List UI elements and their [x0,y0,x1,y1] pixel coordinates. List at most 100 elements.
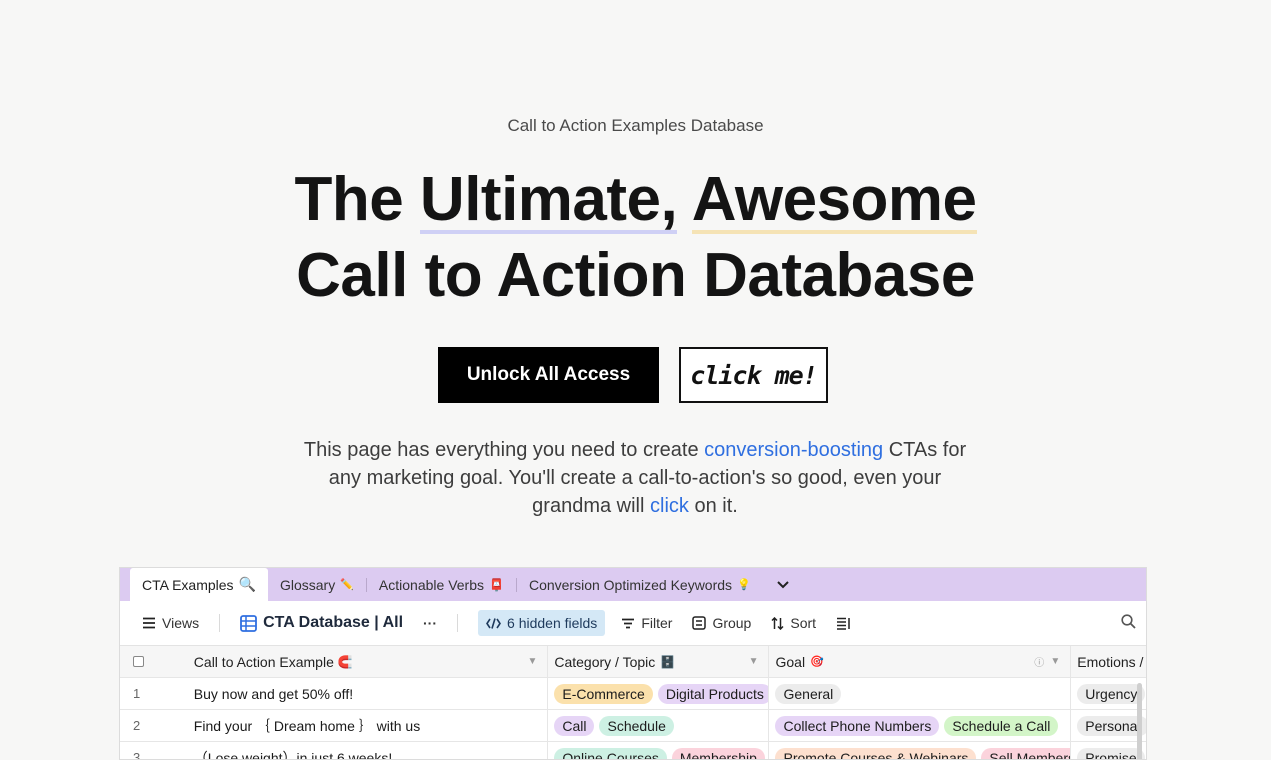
emotions-cell[interactable]: Promise [1071,742,1146,759]
row-height-button[interactable] [836,617,851,630]
group-label: Group [712,615,752,631]
view-toolbar: Views CTA Database | All ··· 6 hidden fi… [120,601,1146,646]
chevron-down-icon[interactable] [763,578,803,592]
hero-title: The Ultimate, Awesome Call to Action Dat… [0,162,1271,314]
cta-cell[interactable]: Buy now and get 50% off! [182,678,549,709]
row-number: 1 [133,686,141,701]
table-header: Call to Action Example 🧲 ▼ Category / To… [120,646,1146,678]
database-view-switcher[interactable]: CTA Database | All [240,614,403,632]
sort-icon [771,616,784,630]
unlock-all-access-button[interactable]: Unlock All Access [438,347,659,403]
sort-button[interactable]: Sort [771,615,816,631]
toolbar-divider [457,614,459,632]
chevron-down-icon[interactable]: ▼ [527,656,537,667]
tag-pill: Promise [1077,747,1145,759]
tag-pill: Personal [1077,715,1146,736]
sort-label: Sort [790,615,817,631]
chevron-down-icon[interactable]: ▼ [749,656,759,667]
tab-label: Glossary [279,576,336,593]
emotions-cell[interactable]: Personal [1071,710,1146,741]
target-icon: 🎯 [810,656,824,668]
mailbox-icon: 📮 [489,577,504,592]
row-number: 3 [133,750,141,760]
grid-view-icon [240,614,257,632]
tab-glossary[interactable]: Glossary ✏️ [268,568,366,601]
filter-label: Filter [641,615,673,631]
table-row[interactable]: 3 （Lose weight）in just 6 weeks! Online Cou… [120,742,1146,760]
column-header-cta[interactable]: Call to Action Example 🧲 ▼ [182,646,549,677]
database-title: CTA Database | All [263,614,404,631]
hero-blurb: This page has everything you need to cre… [290,436,980,520]
title-line-2: Call to Action Database [296,241,975,310]
ellipsis-icon: ··· [423,615,438,631]
tag-pill: Digital Products [657,683,769,704]
tag-pill: Promote Courses & Webinars [775,747,977,759]
title-highlight-awesome: Awesome [691,165,977,234]
emotions-cell[interactable]: Urgency [1071,678,1146,709]
vertical-scrollbar[interactable] [1137,683,1142,759]
tag-pill: Call [554,715,595,736]
tag-pill: Urgency [1077,683,1146,704]
conversion-boosting-link[interactable]: conversion-boosting [704,439,883,461]
lightbulb-icon: 💡 [737,579,751,591]
tab-conversion-keywords[interactable]: Conversion Optimized Keywords 💡 [517,568,763,601]
row-number: 2 [133,718,141,733]
chevron-down-icon[interactable]: ▼ [1050,656,1060,667]
select-all-cell [120,646,182,677]
tag-pill: Schedule a Call [944,715,1059,736]
row-height-icon [837,617,850,630]
cta-cell[interactable]: Find your ｛ Dream home ｝ with us [182,710,549,741]
tag-pill: Membership [671,747,765,759]
goal-cell[interactable]: Collect Phone Numbers Schedule a Call [769,710,1072,741]
tab-label: Actionable Verbs [378,576,484,593]
category-cell[interactable]: Call Schedule [548,710,770,741]
group-icon [692,616,707,630]
column-label: Emotions / [1077,653,1144,670]
hidden-fields-button[interactable]: 6 hidden fields [478,610,606,636]
views-label: Views [162,615,200,631]
tag-pill: E-Commerce [554,683,653,704]
tag-pill: Collect Phone Numbers [775,715,940,736]
blurb-text: on it. [688,495,738,517]
column-header-emotions[interactable]: Emotions / [1071,646,1146,677]
tab-label: Conversion Optimized Keywords [528,576,733,593]
click-me-button[interactable]: click me! [679,347,828,403]
click-link[interactable]: click [650,495,689,517]
category-cell[interactable]: E-Commerce Digital Products [548,678,770,709]
database-tabs: CTA Examples 🔍 Glossary ✏️ Actionable Ve… [120,568,1146,601]
table-row[interactable]: 2 Find your ｛ Dream home ｝ with us Call Sch… [120,710,1146,742]
info-icon[interactable]: ⓘ [1034,654,1044,669]
title-space [677,165,691,234]
tag-pill: Sell Membership [981,747,1071,759]
table-row[interactable]: 1 Buy now and get 50% off! E-Commerce Digit… [120,678,1146,710]
goal-cell[interactable]: Promote Courses & Webinars Sell Membershi… [769,742,1072,759]
title-highlight-ultimate: Ultimate, [419,165,678,234]
category-cell[interactable]: Online Courses Membership [548,742,770,759]
magnet-icon: 🧲 [337,654,353,669]
tag-pill: Online Courses [554,747,667,759]
code-icon [486,617,501,629]
magnifier-icon: 🔍 [238,576,256,592]
select-all-checkbox[interactable] [133,656,144,667]
search-icon[interactable] [1121,614,1136,632]
tab-cta-examples[interactable]: CTA Examples 🔍 [130,568,268,601]
embedded-database: CTA Examples 🔍 Glossary ✏️ Actionable Ve… [119,567,1147,760]
views-button[interactable]: Views [142,615,199,631]
tab-actionable-verbs[interactable]: Actionable Verbs 📮 [367,568,516,601]
blurb-text: This page has everything you need to cre… [303,439,705,461]
filter-button[interactable]: Filter [621,615,672,631]
table-body: 1 Buy now and get 50% off! E-Commerce Digit… [120,678,1146,760]
group-button[interactable]: Group [692,615,751,631]
column-label: Category / Topic [554,653,656,670]
more-options-button[interactable]: ··· [423,615,437,631]
column-header-goal[interactable]: Goal 🎯 ⓘ ▼ [769,646,1072,677]
cta-cell[interactable]: （Lose weight）in just 6 weeks! [182,742,549,759]
goal-cell[interactable]: General [769,678,1072,709]
hidden-fields-label: 6 hidden fields [507,615,598,631]
filter-icon [622,618,635,628]
toolbar-divider [219,614,221,632]
tab-label: CTA Examples [142,576,234,593]
tag-pill: General [775,683,842,704]
column-header-category[interactable]: Category / Topic 🗄️ ▼ [548,646,770,677]
column-label: Goal [775,653,806,670]
